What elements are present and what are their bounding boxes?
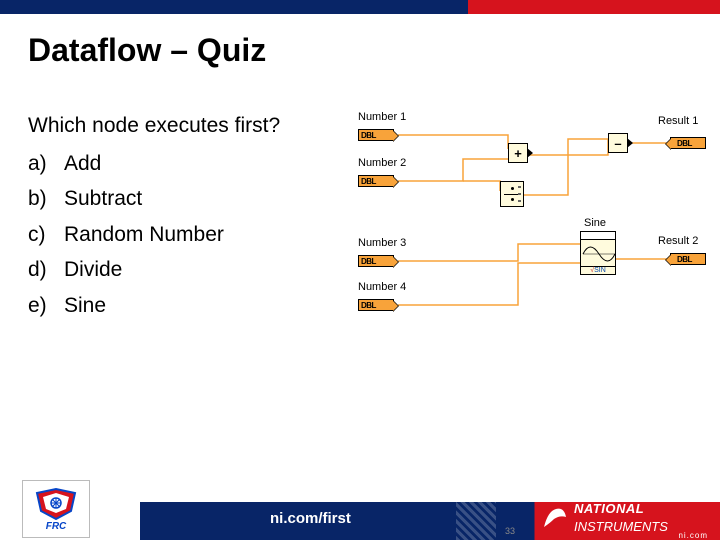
dbl-terminal-in: DBL bbox=[358, 175, 394, 187]
option-text: Divide bbox=[64, 253, 348, 287]
divide-node bbox=[500, 181, 524, 207]
option-text: Sine bbox=[64, 289, 348, 323]
option-letter: d) bbox=[28, 253, 64, 287]
frc-logo: FRC bbox=[22, 480, 90, 538]
option-text: Subtract bbox=[64, 182, 348, 216]
sine-node: √SIN bbox=[580, 231, 616, 275]
dbl-terminal-out: DBL bbox=[670, 137, 706, 149]
question-text: Which node executes first? bbox=[28, 109, 348, 143]
labview-diagram: Number 1 DBL Number 2 DBL Number 3 DBL N… bbox=[348, 109, 700, 369]
dbl-terminal-in: DBL bbox=[358, 255, 394, 267]
input-label: Number 2 bbox=[358, 157, 406, 169]
output-label: Result 1 bbox=[658, 115, 698, 127]
svg-text:FRC: FRC bbox=[46, 521, 67, 531]
options-list: a)Add b)Subtract c)Random Number d)Divid… bbox=[28, 147, 348, 323]
dbl-terminal-out: DBL bbox=[670, 253, 706, 265]
output-label: Result 2 bbox=[658, 235, 698, 247]
page-number: 33 bbox=[505, 526, 515, 536]
option-text: Random Number bbox=[64, 218, 348, 252]
option-letter: b) bbox=[28, 182, 64, 216]
option-letter: a) bbox=[28, 147, 64, 181]
sine-label: Sine bbox=[584, 217, 606, 229]
content-area: Which node executes first? a)Add b)Subtr… bbox=[0, 69, 720, 369]
subtract-node: – bbox=[608, 133, 628, 153]
question-block: Which node executes first? a)Add b)Subtr… bbox=[28, 109, 348, 369]
slide-title: Dataflow – Quiz bbox=[0, 14, 720, 69]
option-text: Add bbox=[64, 147, 348, 181]
dbl-terminal-in: DBL bbox=[358, 299, 394, 311]
footer: FRC ni.com/first 33 NATIONAL INSTRUMENTS… bbox=[0, 488, 720, 540]
add-node: + bbox=[508, 143, 528, 163]
option-letter: c) bbox=[28, 218, 64, 252]
header-color-bar bbox=[0, 0, 720, 14]
footer-bar: ni.com/first 33 NATIONAL INSTRUMENTS ni.… bbox=[140, 502, 720, 540]
input-label: Number 1 bbox=[358, 111, 406, 123]
footer-url: ni.com/first bbox=[270, 510, 351, 527]
dbl-terminal-in: DBL bbox=[358, 129, 394, 141]
option-letter: e) bbox=[28, 289, 64, 323]
ni-url: ni.com bbox=[678, 531, 708, 540]
input-label: Number 3 bbox=[358, 237, 406, 249]
input-label: Number 4 bbox=[358, 281, 406, 293]
